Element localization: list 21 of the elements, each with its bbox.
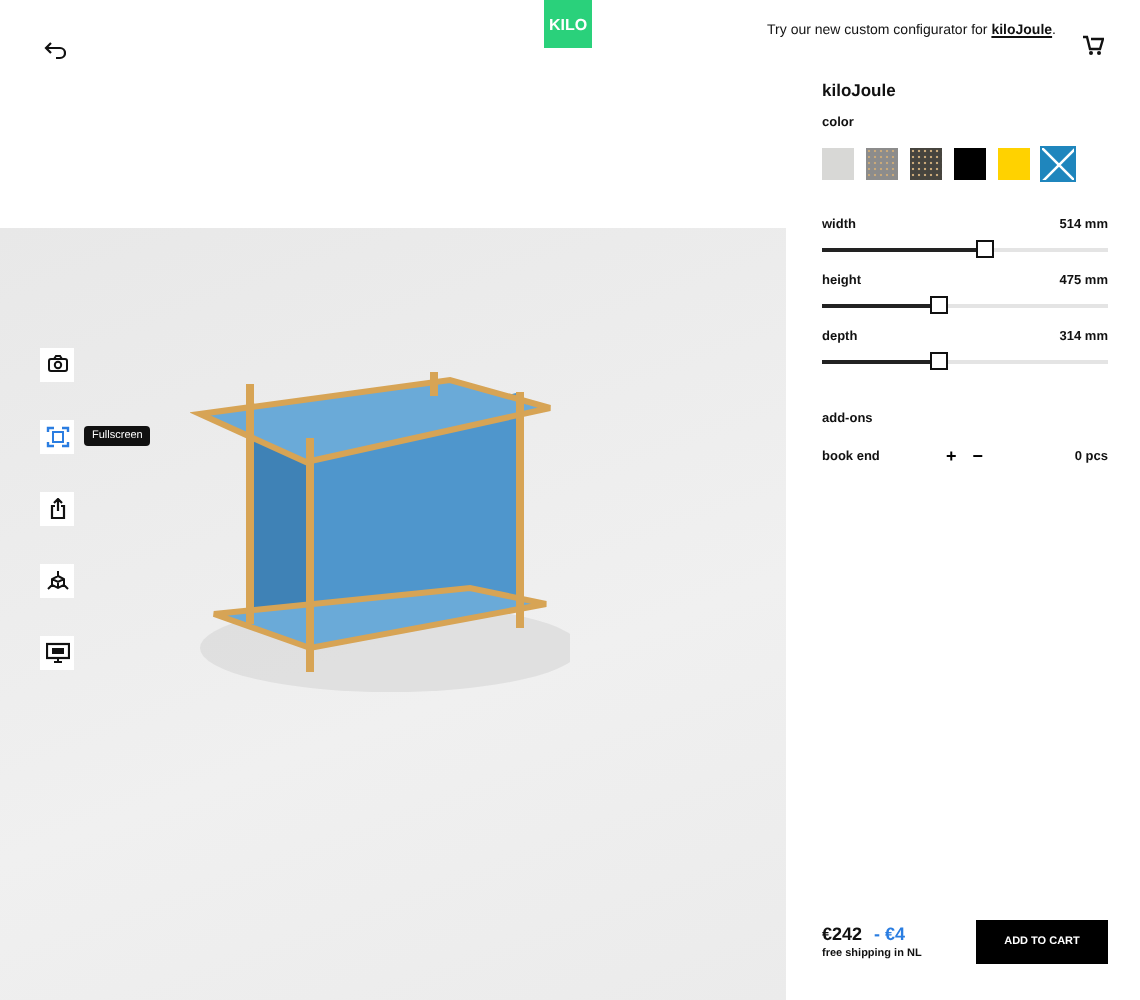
- color-swatch[interactable]: [866, 148, 898, 180]
- fullscreen-icon[interactable]: [40, 420, 74, 454]
- price: €242: [822, 924, 863, 944]
- share-icon[interactable]: [40, 492, 74, 526]
- color-swatch[interactable]: [910, 148, 942, 180]
- color-swatch[interactable]: [1042, 148, 1074, 180]
- color-swatch[interactable]: [954, 148, 986, 180]
- minus-button[interactable]: −: [964, 446, 992, 466]
- discount: - €4: [874, 924, 906, 944]
- color-swatch[interactable]: [822, 148, 854, 180]
- back-arrow-icon[interactable]: [44, 42, 66, 60]
- cart-icon[interactable]: [1082, 34, 1104, 56]
- slider-thumb[interactable]: [929, 296, 948, 314]
- slider-thumb[interactable]: [929, 352, 948, 370]
- product-title: kiloJoule: [822, 80, 898, 100]
- camera-icon[interactable]: [40, 348, 74, 382]
- plus-button[interactable]: +: [938, 446, 965, 466]
- monitor-icon[interactable]: [40, 636, 74, 670]
- cube-icon[interactable]: [40, 564, 74, 598]
- color-swatch[interactable]: [998, 148, 1030, 180]
- slider-thumb[interactable]: [975, 240, 993, 258]
